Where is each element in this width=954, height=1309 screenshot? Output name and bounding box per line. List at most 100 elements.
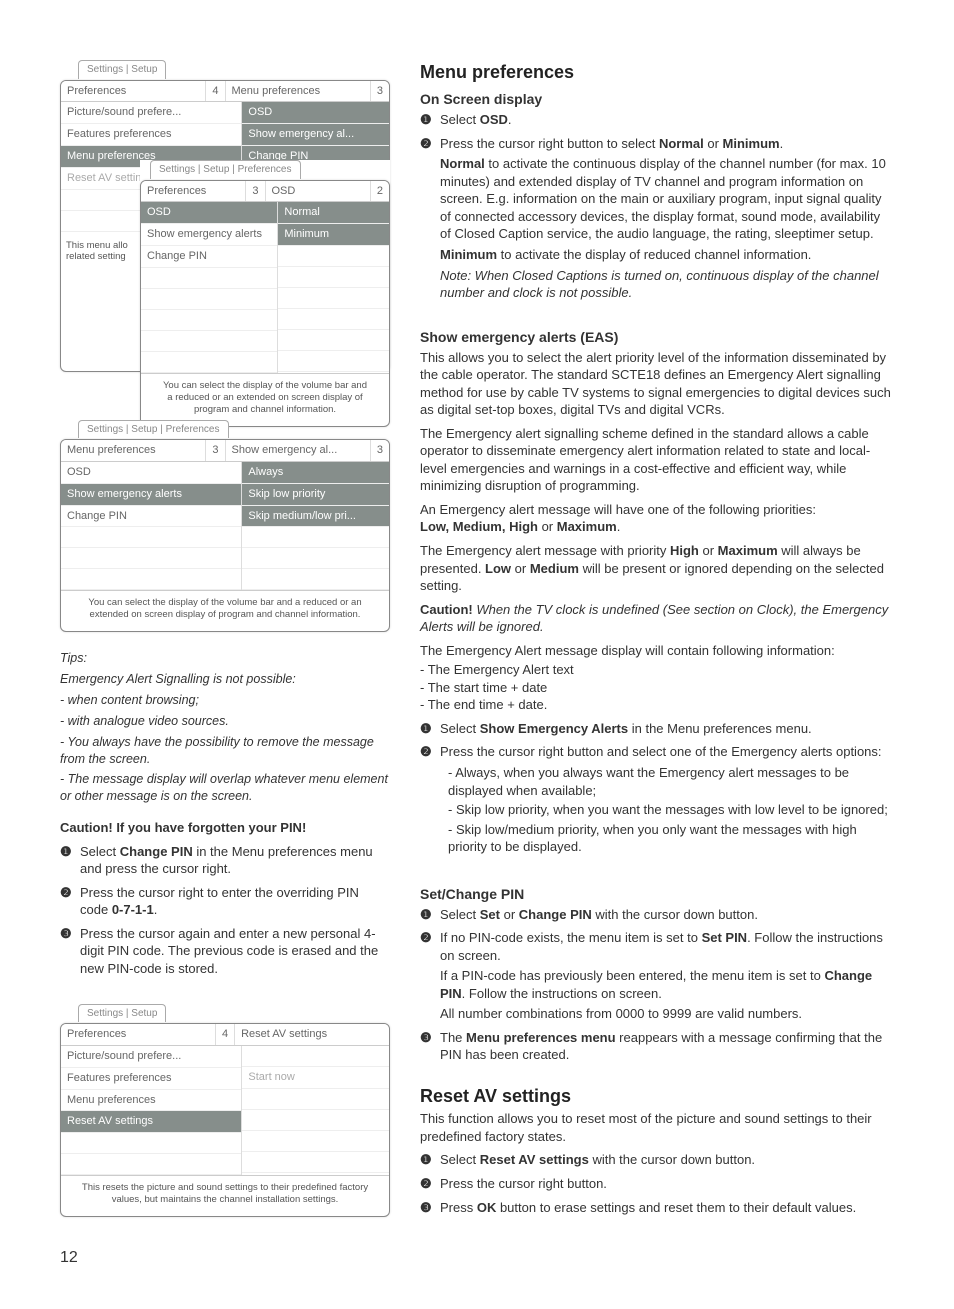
list-item[interactable]: Normal: [278, 202, 389, 224]
list-item: [242, 1046, 389, 1067]
hdr-right: Show emergency al...: [226, 440, 371, 461]
step-text: Select Reset AV settings with the cursor…: [440, 1151, 755, 1172]
list-item[interactable]: Start now: [242, 1067, 389, 1089]
section-title: Menu preferences: [420, 60, 894, 84]
hdr-num2: 2: [371, 181, 389, 202]
hdr-num2: 3: [371, 440, 389, 461]
paragraph: This function allows you to reset most o…: [420, 1110, 894, 1145]
step-text: The Menu preferences menu reappears with…: [440, 1029, 894, 1067]
osd-panel-emergency-alerts: Settings | Setup | Preferences Menu pref…: [60, 420, 390, 633]
step-number: ❷: [420, 1175, 434, 1196]
step-number: ❷: [60, 884, 74, 922]
list-item[interactable]: Show emergency al...: [242, 124, 389, 146]
osd-panel-reset-av: Settings | Setup Preferences 4 Reset AV …: [60, 1004, 390, 1217]
hdr-left: Menu preferences: [61, 440, 206, 461]
paragraph: - The start time + date: [420, 679, 894, 697]
paragraph: Low, Medium, High or Maximum.: [420, 518, 894, 536]
paragraph: - The Emergency Alert text: [420, 661, 894, 679]
tips-line: - when content browsing;: [60, 692, 390, 709]
step-number: ❶: [420, 720, 434, 741]
osd-panel-menu-preferences: Settings | Setup Preferences 4 Menu pref…: [60, 60, 390, 372]
paragraph: The Emergency alert message with priorit…: [420, 542, 894, 595]
step-text: Press the cursor right to enter the over…: [80, 884, 390, 922]
step-number: ❸: [420, 1199, 434, 1220]
paragraph: This allows you to select the alert prio…: [420, 349, 894, 419]
step-number: ❶: [420, 1151, 434, 1172]
section-title: Reset AV settings: [420, 1084, 894, 1108]
caution-pin-block: Caution! If you have forgotten your PIN!…: [60, 819, 390, 980]
panel-footer: You can select the display of the volume…: [61, 590, 389, 631]
list-item[interactable]: OSD: [242, 102, 389, 124]
paragraph: Caution! When the TV clock is undefined …: [420, 601, 894, 636]
side-note: This menu allo related setting: [66, 240, 128, 263]
tips-title: Tips:: [60, 650, 390, 667]
hdr-right: Menu preferences: [226, 81, 371, 102]
list-item[interactable]: Change PIN: [61, 506, 241, 528]
hdr-left: Preferences: [141, 181, 246, 202]
step-text: Press the cursor right button to select …: [440, 135, 894, 305]
step-text: Press the cursor right button.: [440, 1175, 607, 1196]
caution-title: Caution! If you have forgotten your PIN!: [60, 820, 306, 835]
step-text: Select Set or Change PIN with the cursor…: [440, 906, 758, 927]
list-item[interactable]: Features preferences: [61, 1068, 241, 1090]
panel-footer: You can select the display of the volume…: [141, 373, 389, 426]
step-text: Press the cursor right button and select…: [440, 743, 894, 861]
list-item[interactable]: Menu preferences: [61, 1090, 241, 1112]
panel-tab: Settings | Setup | Preferences: [150, 160, 301, 179]
body-text: Menu preferences On Screen display ❶ Sel…: [420, 60, 894, 1269]
panel-footer: This resets the picture and sound settin…: [61, 1175, 389, 1216]
subsection-title: Set/Change PIN: [420, 885, 894, 904]
subsection-title: On Screen display: [420, 90, 894, 109]
hdr-right: Reset AV settings: [235, 1024, 389, 1045]
hdr-num: 4: [216, 1024, 235, 1045]
hdr-right: OSD: [266, 181, 371, 202]
list-item[interactable]: Change PIN: [141, 246, 277, 268]
hdr-num: 3: [206, 440, 225, 461]
list-item[interactable]: Picture/sound prefere...: [61, 102, 241, 124]
paragraph: - The end time + date.: [420, 696, 894, 714]
tips-line: - with analogue video sources.: [60, 713, 390, 730]
step-text: If no PIN-code exists, the menu item is …: [440, 929, 894, 1026]
list-item[interactable]: Show emergency alerts: [61, 484, 241, 506]
step-text: Press the cursor again and enter a new p…: [80, 925, 390, 981]
step-number: ❷: [420, 743, 434, 861]
list-item[interactable]: Minimum: [278, 224, 389, 246]
list-item[interactable]: Always: [242, 462, 389, 484]
tips-line: - You always have the possibility to rem…: [60, 734, 390, 768]
panel-tab: Settings | Setup: [78, 1004, 166, 1023]
tips-line: - The message display will overlap whate…: [60, 771, 390, 805]
tips-block: Tips: Emergency Alert Signalling is not …: [60, 650, 390, 805]
panel-tab: Settings | Setup: [78, 60, 166, 79]
paragraph: The Emergency alert signalling scheme de…: [420, 425, 894, 495]
paragraph: An Emergency alert message will have one…: [420, 501, 894, 519]
step-number: ❶: [420, 906, 434, 927]
list-item[interactable]: Features preferences: [61, 124, 241, 146]
list-item[interactable]: Show emergency alerts: [141, 224, 277, 246]
step-number: ❸: [420, 1029, 434, 1067]
step-text: Select Change PIN in the Menu preference…: [80, 843, 390, 881]
osd-panel-osd-options: Settings | Setup | Preferences Preferenc…: [140, 160, 390, 427]
list-item[interactable]: OSD: [141, 202, 277, 224]
paragraph: The Emergency Alert message display will…: [420, 642, 894, 660]
step-text: Select Show Emergency Alerts in the Menu…: [440, 720, 812, 741]
step-text: Select OSD.: [440, 111, 512, 132]
step-text: Press OK button to erase settings and re…: [440, 1199, 856, 1220]
list-item[interactable]: Picture/sound prefere...: [61, 1046, 241, 1068]
step-number: ❶: [60, 843, 74, 881]
step-number: ❷: [420, 135, 434, 305]
step-number: ❸: [60, 925, 74, 981]
list-item[interactable]: OSD: [61, 462, 241, 484]
step-number: ❷: [420, 929, 434, 1026]
panel-tab: Settings | Setup | Preferences: [78, 420, 229, 439]
hdr-num: 3: [246, 181, 265, 202]
hdr-num2: 3: [371, 81, 389, 102]
list-item[interactable]: Skip medium/low pri...: [242, 506, 389, 528]
hdr-num: 4: [206, 81, 225, 102]
step-number: ❶: [420, 111, 434, 132]
hdr-left: Preferences: [61, 1024, 216, 1045]
page-number: 12: [60, 1247, 390, 1269]
list-item[interactable]: Skip low priority: [242, 484, 389, 506]
subsection-title: Show emergency alerts (EAS): [420, 328, 894, 347]
list-item[interactable]: Reset AV settings: [61, 1111, 241, 1133]
tips-lead: Emergency Alert Signalling is not possib…: [60, 671, 390, 688]
